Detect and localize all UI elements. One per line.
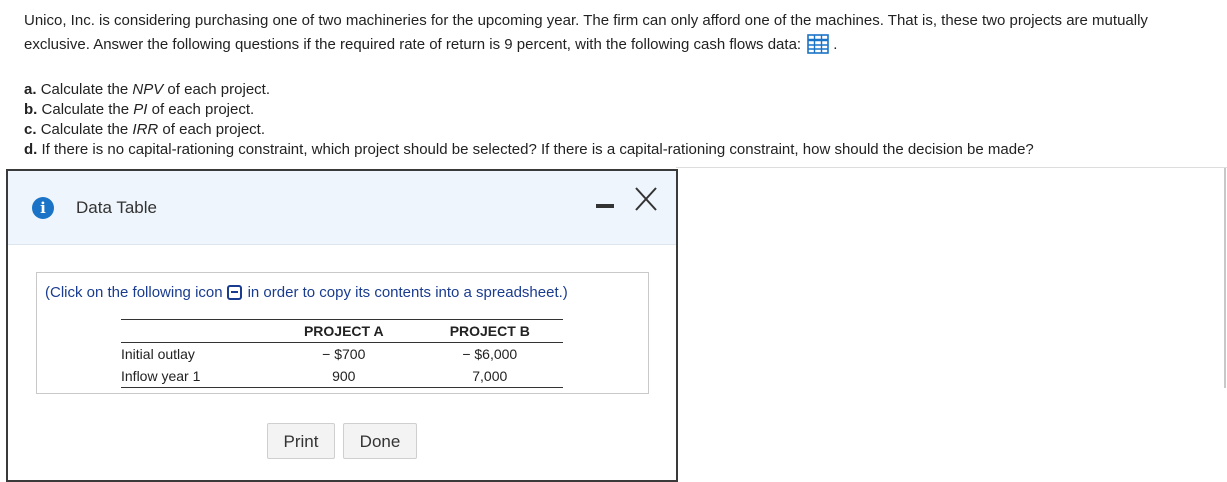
background-scrollbar[interactable]	[1224, 168, 1226, 388]
project-b-value: − $6,000	[462, 346, 518, 362]
row-label: Inflow year 1	[121, 365, 271, 388]
cash-flow-table: PROJECT A PROJECT B Initial outlay − $70…	[121, 319, 563, 388]
table-row: Initial outlay − $700 − $6,000	[121, 343, 563, 366]
table-grid-icon[interactable]	[807, 34, 829, 54]
table-header-blank	[121, 319, 271, 343]
table-header-project-b: PROJECT B	[416, 319, 563, 343]
copy-note: (Click on the following icon in order to …	[45, 284, 568, 301]
minimize-icon[interactable]	[596, 204, 614, 208]
part-a: a. Calculate the NPV of each project.	[24, 81, 270, 98]
question-intro: Unico, Inc. is considering purchasing on…	[24, 12, 1148, 54]
part-b: b. Calculate the PI of each project.	[24, 101, 255, 118]
project-a-value: 900	[271, 365, 417, 388]
row-label: Initial outlay	[121, 346, 195, 362]
table-header-project-a: PROJECT A	[271, 319, 417, 343]
background-divider	[676, 167, 1227, 168]
data-table-dialog: i Data Table (Click on the following ico…	[6, 169, 678, 482]
dialog-header: i Data Table	[8, 171, 676, 245]
dialog-title: Data Table	[76, 198, 157, 217]
project-a-value: − $700	[322, 346, 366, 362]
table-row: Inflow year 1 900 7,000	[121, 365, 563, 388]
print-button[interactable]: Print	[267, 423, 335, 459]
close-icon[interactable]	[632, 185, 660, 213]
table-header-row: PROJECT A PROJECT B	[121, 319, 563, 343]
project-b-value: 7,000	[416, 365, 563, 388]
question-text: Unico, Inc. is considering purchasing on…	[24, 9, 1214, 57]
done-button[interactable]: Done	[343, 423, 417, 459]
info-icon: i	[32, 197, 54, 219]
copy-to-spreadsheet-icon[interactable]	[226, 285, 242, 300]
part-c: c. Calculate the IRR of each project.	[24, 121, 265, 138]
question-parts: a. Calculate the NPV of each project. b.…	[24, 80, 1034, 160]
part-d: d. If there is no capital-rationing cons…	[24, 141, 1034, 158]
data-table-box: (Click on the following icon in order to …	[36, 272, 649, 394]
